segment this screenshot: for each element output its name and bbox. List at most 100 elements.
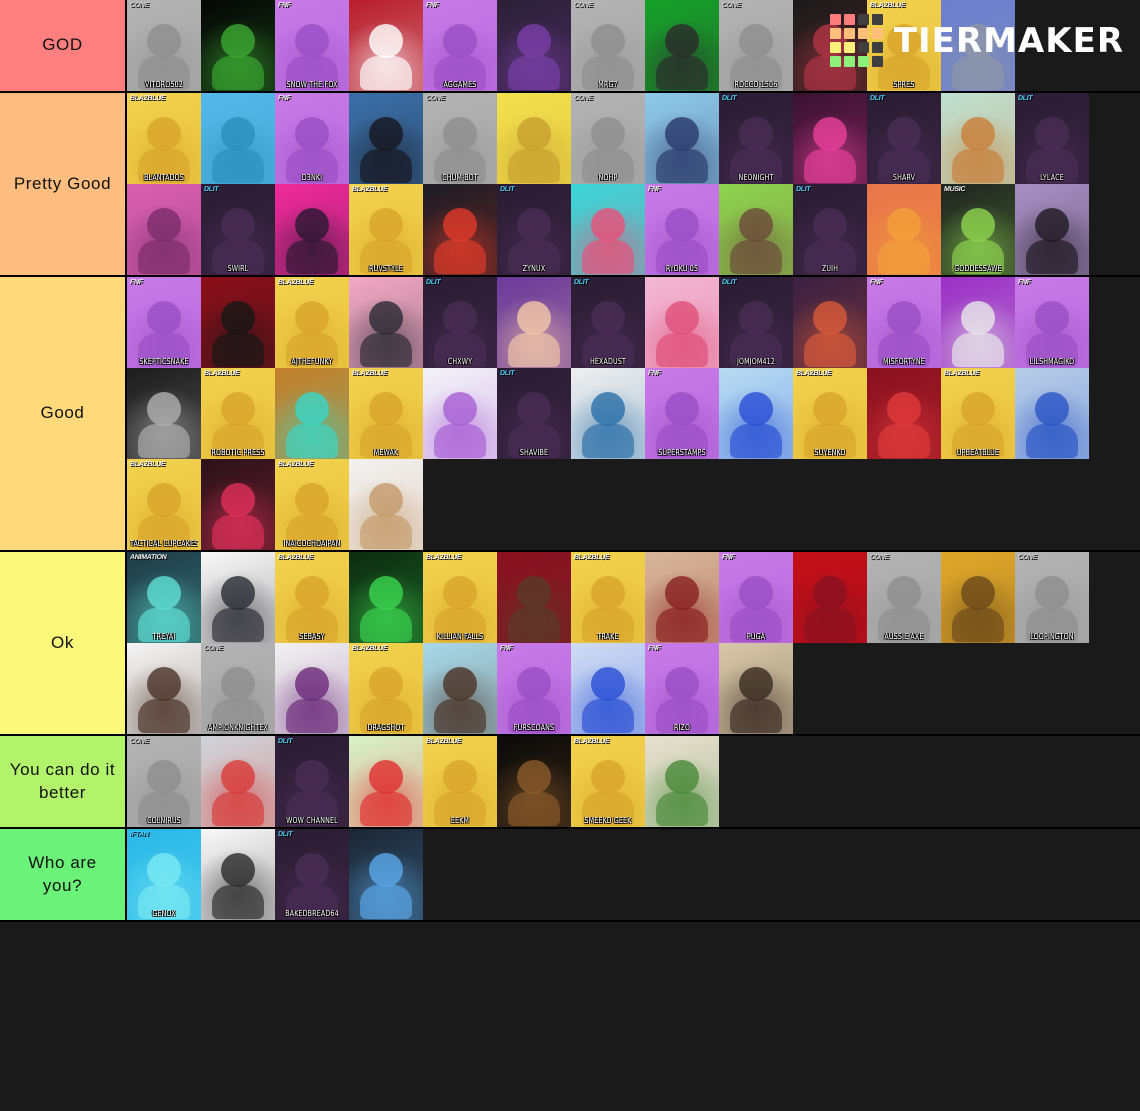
tier-item[interactable] xyxy=(645,736,719,827)
tier-item[interactable]: FNF FURSCOANS xyxy=(497,643,571,734)
tier-item[interactable] xyxy=(571,643,645,734)
tier-item[interactable] xyxy=(645,552,719,643)
tier-item[interactable]: BLAZBLUE KILLIAN FALLS xyxy=(423,552,497,643)
tier-item[interactable]: FNF MISFORTYNE xyxy=(867,277,941,368)
tier-item[interactable] xyxy=(349,459,423,550)
tier-item[interactable] xyxy=(349,736,423,827)
tier-item[interactable] xyxy=(1015,368,1089,459)
tier-item[interactable]: CONE AUSSIE AXE xyxy=(867,552,941,643)
tier-label-1[interactable]: Pretty Good xyxy=(0,93,127,275)
tier-item[interactable] xyxy=(127,184,201,275)
tier-item[interactable] xyxy=(349,93,423,184)
tier-item[interactable]: FNF SUPERSTAMPS xyxy=(645,368,719,459)
tier-item[interactable] xyxy=(719,643,793,734)
tier-item[interactable]: DLIT ZUIH xyxy=(793,184,867,275)
tier-item[interactable]: DLIT JOMJOM412 xyxy=(719,277,793,368)
tier-item[interactable]: CONE CHUM-BOT xyxy=(423,93,497,184)
tier-item[interactable]: BLAZBLUE INAICOCHOAIPAN xyxy=(275,459,349,550)
tier-item[interactable]: CONE MRG7 xyxy=(571,0,645,91)
tier-item[interactable] xyxy=(423,643,497,734)
tier-item[interactable] xyxy=(497,93,571,184)
tier-item[interactable]: FNF SNOW THE FOX xyxy=(275,0,349,91)
tier-item[interactable] xyxy=(1015,184,1089,275)
tier-label-4[interactable]: You can do it better xyxy=(0,736,127,827)
tier-item[interactable] xyxy=(571,184,645,275)
tier-item[interactable] xyxy=(497,552,571,643)
tier-label-2[interactable]: Good xyxy=(0,277,127,550)
tier-item[interactable]: BLAZBLUE SMEEKO GEEK xyxy=(571,736,645,827)
tier-item[interactable] xyxy=(349,552,423,643)
tier-label-5[interactable]: Who are you? xyxy=(0,829,127,920)
tier-item[interactable]: FNF RYOKU 05 xyxy=(645,184,719,275)
tier-label-0[interactable]: GOD xyxy=(0,0,127,91)
tier-item[interactable] xyxy=(127,643,201,734)
tier-label-3[interactable]: Ok xyxy=(0,552,127,734)
tier-item[interactable]: BLAZBLUE TACTICAL CUPCAKES xyxy=(127,459,201,550)
tier-item[interactable]: BLAZBLUE BLANTADOS xyxy=(127,93,201,184)
tier-item[interactable]: IFTAN GENOX xyxy=(127,829,201,920)
tier-item[interactable] xyxy=(497,736,571,827)
tier-item[interactable]: ANIMATION TREYAI xyxy=(127,552,201,643)
tier-item[interactable] xyxy=(201,0,275,91)
tier-item[interactable]: DLIT CHXWY xyxy=(423,277,497,368)
tier-item[interactable]: BLAZBLUE ROBOTIC PRESS xyxy=(201,368,275,459)
tier-item[interactable]: BLAZBLUE RUVSTYLE xyxy=(349,184,423,275)
tier-item[interactable] xyxy=(349,0,423,91)
tier-item[interactable] xyxy=(719,368,793,459)
tier-item[interactable]: BLAZBLUE UPBEATBLUE xyxy=(941,368,1015,459)
tier-item[interactable] xyxy=(645,0,719,91)
tier-item[interactable] xyxy=(497,277,571,368)
tier-item[interactable]: BLAZBLUE SUYENKO xyxy=(793,368,867,459)
tier-item[interactable] xyxy=(793,277,867,368)
tier-item[interactable]: BLAZBLUE SEBASY xyxy=(275,552,349,643)
tier-item[interactable]: CONE ROCCO 1506 xyxy=(719,0,793,91)
tier-item[interactable]: DLIT NEONIGHT xyxy=(719,93,793,184)
tier-item[interactable]: CONE COLNIRUS xyxy=(127,736,201,827)
tier-items-1[interactable]: BLAZBLUE BLANTADOS FNF D3NKI CONE CHUM-BOT CON… xyxy=(127,93,1140,275)
tier-item[interactable] xyxy=(275,184,349,275)
tier-item[interactable] xyxy=(941,277,1015,368)
tier-item[interactable]: FNF PUGA xyxy=(719,552,793,643)
tier-item[interactable] xyxy=(423,368,497,459)
tier-item[interactable] xyxy=(793,552,867,643)
tier-item[interactable]: DLIT LYLACE xyxy=(1015,93,1089,184)
tier-item[interactable]: CONE NOHP xyxy=(571,93,645,184)
tier-item[interactable] xyxy=(201,277,275,368)
tier-item[interactable]: BLAZBLUE AJTHEFUNKY xyxy=(275,277,349,368)
tier-item[interactable] xyxy=(201,736,275,827)
tier-item[interactable]: FNF D3NKI xyxy=(275,93,349,184)
tier-item[interactable] xyxy=(275,368,349,459)
tier-items-5[interactable]: IFTAN GENOX DLIT BAKEDBREAD64 xyxy=(127,829,1140,920)
tier-item[interactable] xyxy=(571,368,645,459)
tier-item[interactable] xyxy=(275,643,349,734)
tier-item[interactable]: BLAZBLUE DRAGSHOT xyxy=(349,643,423,734)
tier-item[interactable]: DLIT HEXADUST xyxy=(571,277,645,368)
tier-items-3[interactable]: ANIMATION TREYAI BLAZBLUE SEBASY BLAZBLUE KIL… xyxy=(127,552,1140,734)
tier-item[interactable] xyxy=(793,93,867,184)
tier-item[interactable] xyxy=(423,184,497,275)
tier-item[interactable] xyxy=(719,184,793,275)
tier-item[interactable]: DLIT BAKEDBREAD64 xyxy=(275,829,349,920)
tier-item[interactable] xyxy=(349,277,423,368)
tier-item[interactable]: MUSIC GODDESSAWE xyxy=(941,184,1015,275)
tier-item[interactable]: FNF LILSHMAGIKO xyxy=(1015,277,1089,368)
tier-item[interactable]: DLIT ZYNUX xyxy=(497,184,571,275)
tier-item[interactable] xyxy=(497,0,571,91)
tier-item[interactable]: CONE AMPIONKNIGHTEX xyxy=(201,643,275,734)
tier-item[interactable]: CONE LOOPINGTON xyxy=(1015,552,1089,643)
tier-item[interactable] xyxy=(867,368,941,459)
tier-item[interactable]: BLAZBLUE MEWAK xyxy=(349,368,423,459)
tier-item[interactable]: FNF SKEPTICSNAKE xyxy=(127,277,201,368)
tier-items-4[interactable]: CONE COLNIRUS DLIT WOW CHANNEL BLAZBLUE EEKM B… xyxy=(127,736,1140,827)
tier-item[interactable] xyxy=(201,93,275,184)
tier-item[interactable] xyxy=(201,552,275,643)
tier-item[interactable]: BLAZBLUE EEKM xyxy=(423,736,497,827)
tier-item[interactable] xyxy=(645,93,719,184)
tier-item[interactable]: FNF RIZO xyxy=(645,643,719,734)
tier-item[interactable] xyxy=(127,368,201,459)
tier-item[interactable] xyxy=(645,277,719,368)
tier-item[interactable] xyxy=(201,459,275,550)
tier-item[interactable] xyxy=(349,829,423,920)
tier-item[interactable]: CONE VITORO502 xyxy=(127,0,201,91)
tier-item[interactable]: BLAZBLUE TRAKE xyxy=(571,552,645,643)
